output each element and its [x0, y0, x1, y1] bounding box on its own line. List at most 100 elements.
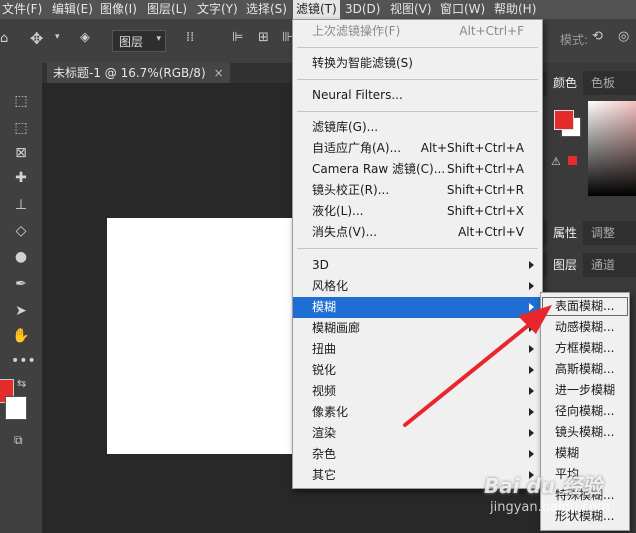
menu-item-noise[interactable]: 杂色 [293, 444, 542, 465]
layers-panel-tabs: 图层 通道 [541, 253, 636, 277]
watermark-url: jingyan.baidu.com [490, 500, 610, 515]
submenu-arrow-icon [529, 366, 534, 374]
menu-item-last-filter[interactable]: 上次滤镜操作(F) Alt+Ctrl+F [293, 21, 542, 42]
menu-type[interactable]: 文字(Y) [197, 0, 238, 19]
object-select-tool-icon[interactable]: ⬚ [11, 118, 31, 138]
home-icon[interactable]: ⌂ [0, 31, 8, 46]
menu-item-neural-filters[interactable]: Neural Filters... [293, 85, 542, 106]
menu-item-radial-blur[interactable]: 径向模糊... [541, 401, 629, 422]
eraser-icon[interactable]: ◇ [11, 221, 31, 241]
menu-item-adaptive-wide-angle[interactable]: 自适应广角(A)... Alt+Shift+Ctrl+A [293, 138, 542, 159]
menu-item-liquify[interactable]: 液化(L)... Shift+Ctrl+X [293, 201, 542, 222]
filter-menu: 上次滤镜操作(F) Alt+Ctrl+F 转换为智能滤镜(S) Neural F… [292, 19, 543, 489]
watermark-logo: Bai du 经验 [484, 474, 603, 498]
menu-item-camera-raw[interactable]: Camera Raw 滤镜(C)... Shift+Ctrl+A [293, 159, 542, 180]
menu-help[interactable]: 帮助(H) [494, 0, 536, 19]
menu-item-lens-correction[interactable]: 镜头校正(R)... Shift+Ctrl+R [293, 180, 542, 201]
properties-panel-tabs: 属性 调整 [541, 221, 636, 245]
warning-icon: ⚠ [551, 155, 561, 168]
menu-item-blur[interactable]: 模糊 [293, 297, 542, 318]
menu-item-sharpen[interactable]: 锐化 [293, 360, 542, 381]
screen-mode-icon[interactable]: ⧉ [14, 433, 23, 448]
frame-tool-icon[interactable]: ⊠ [11, 143, 31, 163]
menu-select[interactable]: 选择(S) [246, 0, 287, 19]
tab-adjustments[interactable]: 调整 [585, 221, 621, 245]
menu-item-surface-blur[interactable]: 表面模糊... [541, 296, 629, 317]
align-center-icon[interactable]: ⊞ [258, 30, 269, 45]
menu-item-gaussian-blur[interactable]: 高斯模糊... [541, 359, 629, 380]
menu-item-blur-more[interactable]: 进一步模糊 [541, 380, 629, 401]
menu-item-lens-blur[interactable]: 镜头模糊... [541, 422, 629, 443]
tab-properties[interactable]: 属性 [547, 221, 584, 245]
menu-edit[interactable]: 编辑(E) [52, 0, 93, 19]
menu-item-stylize[interactable]: 风格化 [293, 276, 542, 297]
menu-separator [297, 47, 538, 48]
canvas-document[interactable] [107, 218, 292, 454]
pen-tool-icon[interactable]: ✒ [11, 274, 31, 294]
chevron-down-icon: ▾ [156, 34, 161, 44]
menu-window[interactable]: 窗口(W) [440, 0, 485, 19]
submenu-arrow-icon [529, 345, 534, 353]
more-tools-icon[interactable]: ••• [11, 351, 36, 371]
submenu-arrow-icon [529, 261, 534, 269]
menu-item-3d[interactable]: 3D [293, 255, 542, 276]
menu-separator [297, 79, 538, 80]
gamut-color-chip[interactable] [568, 156, 577, 165]
fg-color-chip-front [554, 110, 574, 130]
menu-item-box-blur[interactable]: 方框模糊... [541, 338, 629, 359]
tab-swatches[interactable]: 色板 [585, 71, 621, 95]
menu-filter[interactable]: 滤镜(T) [293, 0, 340, 19]
menu-3d[interactable]: 3D(D) [345, 0, 380, 19]
submenu-arrow-icon [529, 282, 534, 290]
menu-item-blur-plain[interactable]: 模糊 [541, 443, 629, 464]
background-color-swatch[interactable] [5, 396, 27, 420]
auto-select-icon[interactable]: ◈ [80, 30, 90, 45]
menu-separator [297, 248, 538, 249]
menu-item-filter-gallery[interactable]: 滤镜库(G)... [293, 117, 542, 138]
menu-item-smart-filter[interactable]: 转换为智能滤镜(S) [293, 53, 542, 74]
menu-layer[interactable]: 图层(L) [147, 0, 187, 19]
clone-stamp-icon[interactable]: ⊥ [11, 195, 31, 215]
menu-item-render[interactable]: 渲染 [293, 423, 542, 444]
close-icon[interactable]: × [214, 63, 224, 83]
menu-item-video[interactable]: 视频 [293, 381, 542, 402]
marquee-tool-icon[interactable]: ⬚ [11, 91, 31, 111]
menu-file[interactable]: 文件(F) [2, 0, 42, 19]
menu-item-motion-blur[interactable]: 动感模糊... [541, 317, 629, 338]
menu-item-vanishing-point[interactable]: 消失点(V)... Alt+Ctrl+V [293, 222, 542, 243]
healing-brush-icon[interactable]: ✚ [11, 168, 31, 188]
color-field[interactable] [588, 101, 636, 196]
menu-separator [297, 111, 538, 112]
document-tab[interactable]: 未标题-1 @ 16.7%(RGB/8) × [47, 63, 230, 83]
submenu-arrow-icon [529, 408, 534, 416]
tools-panel: ⬚ ⬚ ⊠ ✚ ⊥ ◇ ● ✒ ➤ ✋ ••• ⇆ ⧉ [0, 63, 43, 533]
transform-controls-icon[interactable]: ⁞⁞ [186, 30, 194, 45]
3d-rotate-icon[interactable]: ◎ [618, 29, 629, 44]
menu-item-pixelate[interactable]: 像素化 [293, 402, 542, 423]
tab-channels[interactable]: 通道 [585, 253, 621, 277]
move-tool-icon[interactable]: ✥ [30, 29, 43, 48]
align-left-icon[interactable]: ⊫ [232, 30, 243, 45]
hand-tool-icon[interactable]: ✋ [11, 326, 31, 346]
document-tab-title: 未标题-1 @ 16.7%(RGB/8) [53, 66, 206, 80]
swap-colors-icon[interactable]: ⇆ [17, 377, 26, 390]
submenu-arrow-icon [529, 450, 534, 458]
tab-layers[interactable]: 图层 [547, 253, 584, 277]
tab-color[interactable]: 颜色 [547, 71, 584, 95]
menu-view[interactable]: 视图(V) [390, 0, 432, 19]
path-select-icon[interactable]: ➤ [11, 301, 31, 321]
blur-tool-icon[interactable]: ● [11, 247, 31, 267]
menu-item-blur-gallery[interactable]: 模糊画廊 [293, 318, 542, 339]
submenu-arrow-icon [529, 387, 534, 395]
3d-orbit-icon[interactable]: ⟲ [592, 29, 603, 44]
chevron-down-icon[interactable]: ▾ [55, 32, 60, 42]
menu-bar: 文件(F) 编辑(E) 图像(I) 图层(L) 文字(Y) 选择(S) 滤镜(T… [0, 0, 636, 19]
color-panel-tabs: 颜色 色板 [541, 71, 636, 95]
submenu-arrow-icon [529, 303, 534, 311]
submenu-arrow-icon [529, 324, 534, 332]
submenu-arrow-icon [529, 429, 534, 437]
layer-select-value: 图层 [119, 35, 144, 49]
layer-select[interactable]: 图层 ▾ [112, 30, 166, 52]
menu-item-distort[interactable]: 扭曲 [293, 339, 542, 360]
menu-image[interactable]: 图像(I) [100, 0, 137, 19]
